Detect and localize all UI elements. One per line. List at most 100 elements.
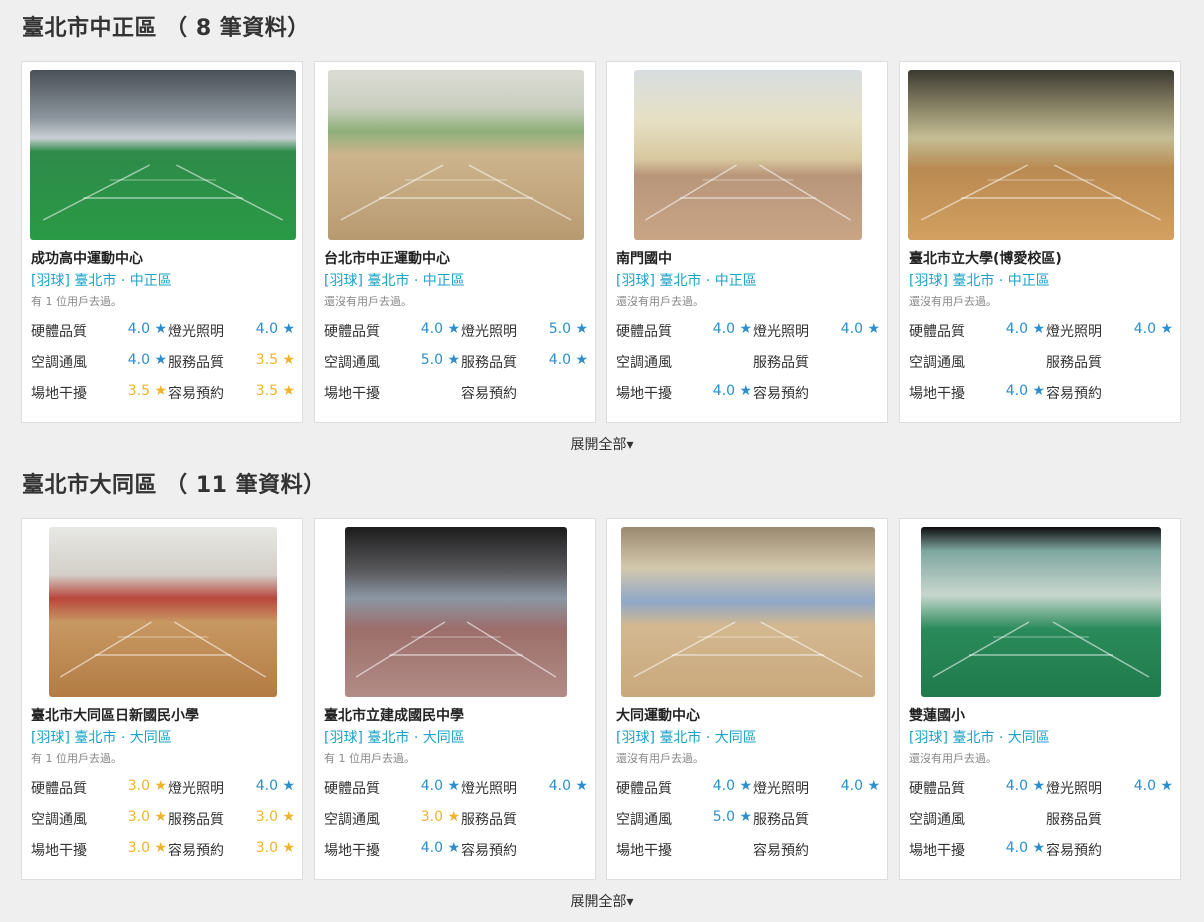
venue-card[interactable]: 成功高中運動中心 [羽球] 臺北市 · 中正區 有 1 位用戶去過。 硬體品質 … (21, 61, 303, 423)
rating-row: 空調通風 3.0 ★ 服務品質 (324, 809, 592, 840)
venue-name[interactable]: 成功高中運動中心 (31, 248, 143, 268)
rating-value: 4.0 ★ (255, 321, 295, 337)
rating-row: 硬體品質 4.0 ★ 燈光照明 4.0 ★ (616, 321, 884, 352)
rating-label: 服務品質 (1046, 812, 1102, 828)
venue-card[interactable]: 大同運動中心 [羽球] 臺北市 · 大同區 還沒有用戶去過。 硬體品質 4.0 … (606, 518, 888, 880)
venue-photo[interactable] (621, 527, 875, 697)
rating-label: 容易預約 (461, 843, 517, 859)
rating-value: 4.0 ★ (840, 778, 880, 794)
rating-row: 硬體品質 4.0 ★ 燈光照明 4.0 ★ (324, 778, 592, 809)
rating-label: 硬體品質 (616, 781, 672, 797)
venue-photo[interactable] (908, 70, 1174, 240)
venue-name[interactable]: 臺北市大同區日新國民小學 (31, 705, 199, 725)
venue-name[interactable]: 雙蓮國小 (909, 705, 965, 725)
venue-photo[interactable] (921, 527, 1161, 697)
venue-tag-link[interactable]: [羽球] 臺北市 · 中正區 (616, 270, 757, 290)
rating-label: 空調通風 (31, 355, 87, 371)
rating-value: 3.5 ★ (255, 352, 295, 368)
section-title: 臺北市大同區 （ 11 筆資料） (22, 473, 326, 498)
photo-wrap (323, 70, 589, 240)
ratings-grid: 硬體品質 4.0 ★ 燈光照明 4.0 ★ 空調通風 3.0 ★ 服務品質 場地… (324, 778, 592, 871)
ratings-grid: 硬體品質 3.0 ★ 燈光照明 4.0 ★ 空調通風 3.0 ★ 服務品質 3.… (31, 778, 299, 871)
rating-value: 3.5 ★ (127, 383, 167, 399)
venue-card[interactable]: 雙蓮國小 [羽球] 臺北市 · 大同區 還沒有用戶去過。 硬體品質 4.0 ★ … (899, 518, 1181, 880)
venue-name[interactable]: 台北市中正運動中心 (324, 248, 450, 268)
expand-all-link[interactable]: 展開全部▾ (0, 891, 1204, 911)
rating-row: 空調通風 5.0 ★ 服務品質 (616, 809, 884, 840)
rating-value: 4.0 ★ (1005, 778, 1045, 794)
rating-value: 4.0 ★ (420, 840, 460, 856)
venue-card[interactable]: 臺北市立大學(博愛校區) [羽球] 臺北市 · 中正區 還沒有用戶去過。 硬體品… (899, 61, 1181, 423)
rating-value: 3.0 ★ (127, 809, 167, 825)
rating-label: 空調通風 (324, 355, 380, 371)
rating-row: 空調通風 服務品質 (616, 352, 884, 383)
rating-label: 燈光照明 (1046, 324, 1102, 340)
rating-label: 硬體品質 (31, 781, 87, 797)
venue-tag-link[interactable]: [羽球] 臺北市 · 中正區 (31, 270, 172, 290)
ratings-grid: 硬體品質 4.0 ★ 燈光照明 5.0 ★ 空調通風 5.0 ★ 服務品質 4.… (324, 321, 592, 414)
rating-label: 容易預約 (1046, 386, 1102, 402)
venue-photo[interactable] (328, 70, 584, 240)
venue-photo[interactable] (49, 527, 277, 697)
rating-value: 4.0 ★ (1133, 778, 1173, 794)
venue-name[interactable]: 臺北市立建成國民中學 (324, 705, 464, 725)
venue-name[interactable]: 南門國中 (616, 248, 672, 268)
rating-label: 硬體品質 (324, 324, 380, 340)
visit-count: 有 1 位用戶去過。 (31, 752, 122, 765)
rating-row: 空調通風 5.0 ★ 服務品質 4.0 ★ (324, 352, 592, 383)
rating-label: 場地干擾 (324, 386, 380, 402)
photo-wrap (323, 527, 589, 697)
venue-tag-link[interactable]: [羽球] 臺北市 · 大同區 (909, 727, 1050, 747)
visit-count: 還沒有用戶去過。 (909, 295, 997, 308)
venue-tag-link[interactable]: [羽球] 臺北市 · 中正區 (324, 270, 465, 290)
venue-card[interactable]: 台北市中正運動中心 [羽球] 臺北市 · 中正區 還沒有用戶去過。 硬體品質 4… (314, 61, 596, 423)
rating-label: 硬體品質 (909, 324, 965, 340)
venue-photo[interactable] (634, 70, 862, 240)
court-lines (633, 621, 863, 678)
venue-photo[interactable] (30, 70, 296, 240)
venue-name[interactable]: 臺北市立大學(博愛校區) (909, 248, 1062, 268)
venue-card[interactable]: 臺北市立建成國民中學 [羽球] 臺北市 · 大同區 有 1 位用戶去過。 硬體品… (314, 518, 596, 880)
rating-row: 場地干擾 3.0 ★ 容易預約 3.0 ★ (31, 840, 299, 871)
visit-count: 還沒有用戶去過。 (909, 752, 997, 765)
rating-label: 燈光照明 (461, 324, 517, 340)
rating-label: 硬體品質 (31, 324, 87, 340)
rating-row: 場地干擾 4.0 ★ 容易預約 (909, 840, 1177, 871)
rating-value: 4.0 ★ (1005, 383, 1045, 399)
venue-photo[interactable] (345, 527, 567, 697)
rating-label: 容易預約 (1046, 843, 1102, 859)
rating-label: 硬體品質 (616, 324, 672, 340)
visit-count: 還沒有用戶去過。 (616, 752, 704, 765)
expand-all-link[interactable]: 展開全部▾ (0, 434, 1204, 454)
venue-tag-link[interactable]: [羽球] 臺北市 · 大同區 (31, 727, 172, 747)
rating-value: 3.0 ★ (127, 778, 167, 794)
venue-tag-link[interactable]: [羽球] 臺北市 · 大同區 (616, 727, 757, 747)
rating-value: 4.0 ★ (1133, 321, 1173, 337)
rating-value: 3.0 ★ (127, 840, 167, 856)
rating-value: 3.0 ★ (420, 809, 460, 825)
venue-name[interactable]: 大同運動中心 (616, 705, 700, 725)
rating-label: 容易預約 (168, 843, 224, 859)
venue-card[interactable]: 南門國中 [羽球] 臺北市 · 中正區 還沒有用戶去過。 硬體品質 4.0 ★ … (606, 61, 888, 423)
court-lines (932, 621, 1150, 678)
rating-row: 硬體品質 4.0 ★ 燈光照明 5.0 ★ (324, 321, 592, 352)
rating-label: 燈光照明 (168, 324, 224, 340)
rating-label: 容易預約 (753, 386, 809, 402)
venue-tag-link[interactable]: [羽球] 臺北市 · 中正區 (909, 270, 1050, 290)
ratings-grid: 硬體品質 4.0 ★ 燈光照明 4.0 ★ 空調通風 5.0 ★ 服務品質 場地… (616, 778, 884, 871)
rating-label: 容易預約 (168, 386, 224, 402)
rating-label: 場地干擾 (616, 386, 672, 402)
rating-value: 4.0 ★ (548, 352, 588, 368)
rating-label: 空調通風 (324, 812, 380, 828)
rating-label: 燈光照明 (1046, 781, 1102, 797)
rating-row: 空調通風 服務品質 (909, 809, 1177, 840)
rating-label: 燈光照明 (753, 781, 809, 797)
rating-row: 硬體品質 4.0 ★ 燈光照明 4.0 ★ (31, 321, 299, 352)
rating-label: 燈光照明 (461, 781, 517, 797)
venue-card[interactable]: 臺北市大同區日新國民小學 [羽球] 臺北市 · 大同區 有 1 位用戶去過。 硬… (21, 518, 303, 880)
venue-tag-link[interactable]: [羽球] 臺北市 · 大同區 (324, 727, 465, 747)
rating-label: 燈光照明 (753, 324, 809, 340)
rating-value: 5.0 ★ (548, 321, 588, 337)
court-lines (355, 621, 557, 678)
rating-label: 服務品質 (168, 355, 224, 371)
